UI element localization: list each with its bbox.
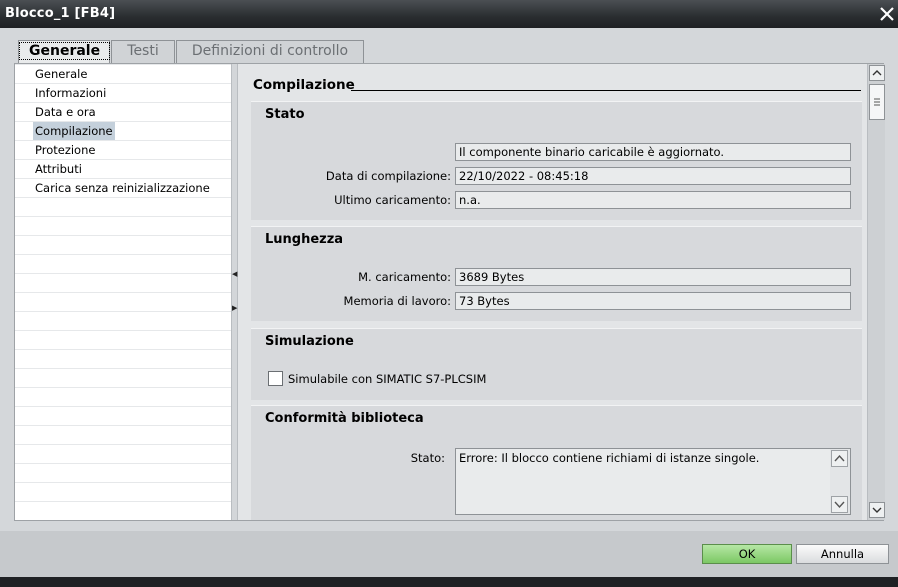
work-memory-label: Memoria di lavoro: (343, 294, 451, 308)
simulabile-label[interactable]: Simulabile con SIMATIC S7-PLCSIM (288, 372, 486, 386)
ok-button[interactable]: OK (702, 544, 792, 564)
content-scrollbar[interactable] (867, 64, 885, 520)
group-lunghezza: Lunghezza M. caricamento: 3689 Bytes Mem… (251, 226, 862, 321)
nav-item-informazioni[interactable]: Informazioni (33, 84, 108, 102)
tab-testi[interactable]: Testi (111, 40, 175, 63)
expand-right-icon[interactable]: ▶ (232, 304, 237, 312)
cancel-button[interactable]: Annulla (796, 544, 889, 564)
nav-item-compilazione[interactable]: Compilazione (33, 122, 115, 140)
content-area: Compilazione Stato Il componente binario… (249, 64, 863, 520)
load-memory-field: 3689 Bytes (455, 268, 851, 286)
section-title: Compilazione (253, 77, 355, 93)
scroll-up-icon[interactable] (869, 65, 885, 81)
group-title-conformita: Conformità biblioteca (265, 411, 424, 426)
textarea-scroll-down-icon[interactable] (831, 496, 848, 513)
scroll-down-icon[interactable] (869, 502, 885, 518)
nav-item-data-e-ora[interactable]: Data e ora (33, 103, 98, 121)
section-divider (351, 90, 861, 91)
tab-definizioni-di-controllo[interactable]: Definizioni di controllo (176, 40, 364, 63)
bottom-edge (0, 577, 898, 587)
status-field: Il componente binario caricabile è aggio… (455, 143, 851, 161)
window-titlebar: Blocco_1 [FB4] (0, 0, 898, 28)
group-title-stato: Stato (265, 107, 305, 122)
textarea-scroll-up-icon[interactable] (831, 450, 848, 467)
conformita-stato-label: Stato: (410, 451, 445, 465)
group-conformita: Conformità biblioteca Stato: Errore: Il … (251, 405, 862, 520)
load-memory-label: M. caricamento: (358, 270, 451, 284)
group-title-lunghezza: Lunghezza (265, 232, 344, 247)
conformita-stato-textarea[interactable]: Errore: Il blocco contiene richiami di i… (455, 448, 851, 515)
nav-item-carica-senza-reinizializzazione[interactable]: Carica senza reinizializzazione (33, 179, 212, 197)
compile-date-field: 22/10/2022 - 08:45:18 (455, 167, 851, 185)
scroll-thumb[interactable] (869, 84, 885, 120)
textarea-scrollbar[interactable] (830, 449, 850, 514)
close-icon[interactable] (876, 4, 898, 24)
nav-item-protezione[interactable]: Protezione (33, 141, 97, 159)
tab-generale[interactable]: Generale (18, 40, 111, 64)
splitter-handle[interactable]: ◀ ▶ (231, 64, 238, 520)
last-load-field: n.a. (455, 191, 851, 209)
compile-date-label: Data di compilazione: (325, 169, 451, 183)
work-memory-field: 73 Bytes (455, 292, 851, 310)
nav-item-attributi[interactable]: Attributi (33, 160, 84, 178)
nav-item-generale[interactable]: Generale (33, 65, 89, 83)
group-title-simulazione: Simulazione (265, 334, 354, 349)
conformita-stato-text: Errore: Il blocco contiene richiami di i… (459, 451, 760, 465)
simulabile-checkbox[interactable] (268, 371, 283, 386)
properties-panel: Generale Informazioni Data e ora Compila… (14, 63, 885, 521)
group-stato: Stato Il componente binario caricabile è… (251, 101, 862, 220)
group-simulazione: Simulazione Simulabile con SIMATIC S7-PL… (251, 328, 862, 400)
nav-tree: Generale Informazioni Data e ora Compila… (15, 64, 231, 520)
collapse-left-icon[interactable]: ◀ (232, 270, 237, 278)
last-load-label: Ultimo caricamento: (334, 193, 451, 207)
window-title: Blocco_1 [FB4] (5, 6, 116, 21)
